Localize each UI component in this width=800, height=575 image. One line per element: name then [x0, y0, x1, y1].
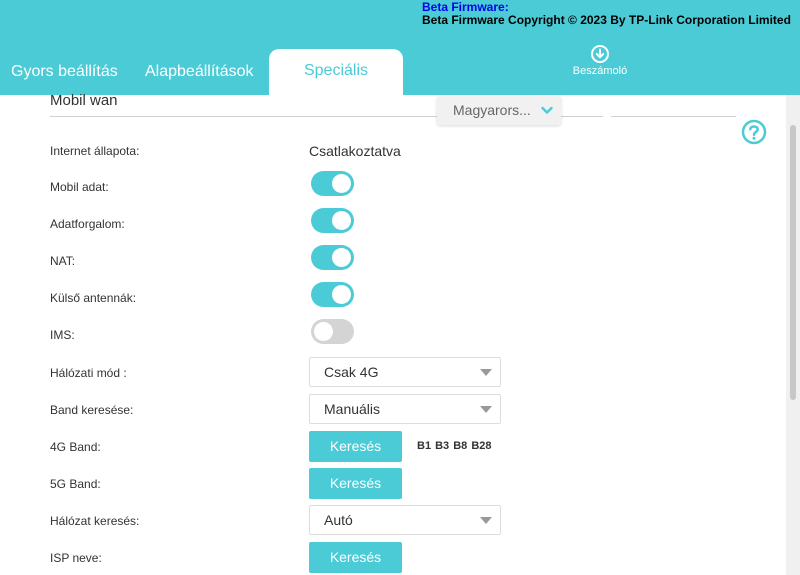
mobile-data-label: Mobil adat: — [50, 180, 109, 194]
ims-label: IMS: — [50, 328, 75, 342]
help-circle-icon — [741, 119, 767, 145]
isp-name-search-button[interactable]: Keresés — [309, 542, 402, 573]
data-traffic-label: Adatforgalom: — [50, 217, 125, 231]
network-search-select[interactable]: Autó — [309, 505, 501, 535]
network-search-label: Hálózat keresés: — [50, 514, 140, 528]
nat-label: NAT: — [50, 254, 76, 268]
caret-down-icon — [480, 517, 492, 524]
section-title: Mobil wan — [50, 92, 118, 109]
tab-quick-setup[interactable]: Gyors beállítás — [11, 63, 118, 81]
tab-basic[interactable]: Alapbeállítások — [145, 63, 254, 81]
band-4g-search-button[interactable]: Keresés — [309, 431, 402, 462]
help-button[interactable] — [741, 119, 767, 150]
band-search-select[interactable]: Manuális — [309, 394, 501, 424]
download-circle-icon — [591, 45, 609, 63]
toggle-knob — [332, 211, 351, 230]
beta-firmware-notice: Beta Firmware: Beta Firmware Copyright ©… — [422, 1, 791, 27]
caret-down-icon — [480, 369, 492, 376]
section-divider — [561, 116, 603, 117]
data-traffic-toggle[interactable] — [311, 208, 354, 233]
chevron-down-icon — [541, 106, 553, 114]
band-search-label: Band keresése: — [50, 403, 134, 417]
ims-toggle[interactable] — [311, 319, 354, 344]
mobile-data-toggle[interactable] — [311, 171, 354, 196]
band-5g-search-button[interactable]: Keresés — [309, 468, 402, 499]
network-mode-select[interactable]: Csak 4G — [309, 357, 501, 387]
band-4g-label: 4G Band: — [50, 440, 101, 454]
scrollbar-thumb[interactable] — [790, 125, 796, 400]
tab-advanced[interactable]: Speciális — [269, 49, 403, 95]
toggle-knob — [332, 285, 351, 304]
isp-name-label: ISP neve: — [50, 551, 102, 565]
top-header: Beta Firmware: Beta Firmware Copyright ©… — [0, 0, 800, 95]
internet-status-label: Internet állapota: — [50, 144, 140, 158]
network-search-value: Autó — [324, 512, 353, 528]
external-antennas-label: Külső antennák: — [50, 291, 137, 305]
language-select[interactable]: Magyarors... — [437, 96, 561, 125]
external-antennas-toggle[interactable] — [311, 282, 354, 307]
network-mode-label: Hálózati mód : — [50, 366, 127, 380]
internet-status-value: Csatlakoztatva — [309, 143, 401, 159]
report-label: Beszámoló — [572, 65, 628, 77]
report-button[interactable]: Beszámoló — [566, 44, 634, 77]
network-mode-value: Csak 4G — [324, 364, 379, 380]
nat-toggle[interactable] — [311, 245, 354, 270]
language-value: Magyarors... — [453, 102, 531, 118]
toggle-knob — [332, 248, 351, 267]
section-divider — [611, 116, 736, 117]
beta-firmware-copyright: Beta Firmware Copyright © 2023 By TP-Lin… — [422, 13, 791, 27]
toggle-knob — [314, 322, 333, 341]
band-4g-selected-bands: B1 B3 B8 B28 — [417, 440, 492, 452]
band-5g-label: 5G Band: — [50, 477, 101, 491]
section-divider — [50, 116, 437, 117]
toggle-knob — [332, 174, 351, 193]
band-search-value: Manuális — [324, 401, 381, 417]
caret-down-icon — [480, 406, 492, 413]
